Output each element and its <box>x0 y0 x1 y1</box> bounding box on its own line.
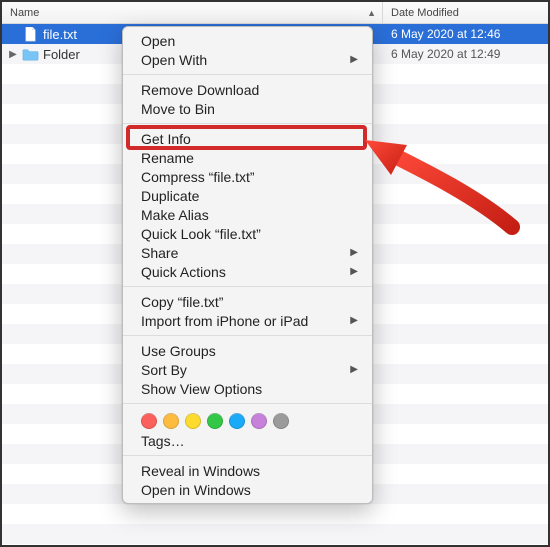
context-menu: Open Open With ▶ Remove Download Move to Bin… <box>122 26 373 504</box>
menu-item[interactable]: Make Alias <box>123 205 372 224</box>
tag-color-dot[interactable] <box>185 413 201 429</box>
menu-item[interactable]: Quick Actions ▶ <box>123 262 372 281</box>
menu-item[interactable]: Compress “file.txt” <box>123 167 372 186</box>
menu-separator <box>123 455 372 456</box>
menu-separator <box>123 335 372 336</box>
menu-item-tags[interactable]: Tags… <box>123 431 372 450</box>
file-date: 6 May 2020 at 12:46 <box>391 27 500 41</box>
tag-color-dot[interactable] <box>163 413 179 429</box>
sort-ascending-icon: ▲ <box>367 8 376 18</box>
menu-item[interactable]: Use Groups <box>123 341 372 360</box>
menu-item-label: Copy “file.txt” <box>141 294 223 310</box>
menu-item-label: Get Info <box>141 131 191 147</box>
menu-item[interactable]: Quick Look “file.txt” <box>123 224 372 243</box>
tag-color-dot[interactable] <box>141 413 157 429</box>
submenu-arrow-icon: ▶ <box>350 266 358 277</box>
menu-item[interactable]: Import from iPhone or iPad ▶ <box>123 311 372 330</box>
menu-item-label: Duplicate <box>141 188 199 204</box>
submenu-arrow-icon: ▶ <box>350 315 358 326</box>
tag-color-dot[interactable] <box>207 413 223 429</box>
submenu-arrow-icon: ▶ <box>350 364 358 375</box>
menu-separator <box>123 286 372 287</box>
menu-separator <box>123 74 372 75</box>
menu-item[interactable]: Sort By ▶ <box>123 360 372 379</box>
cell-date: 6 May 2020 at 12:46 <box>383 27 548 41</box>
menu-item-label: Make Alias <box>141 207 209 223</box>
column-name-label: Name <box>10 7 39 19</box>
menu-item[interactable]: Open With ▶ <box>123 50 372 69</box>
menu-separator <box>123 403 372 404</box>
cell-date: 6 May 2020 at 12:49 <box>383 47 548 61</box>
menu-item-label: Open With <box>141 52 207 68</box>
menu-item[interactable]: Show View Options <box>123 379 372 398</box>
column-name[interactable]: Name ▲ <box>2 2 383 23</box>
folder-icon <box>22 47 39 62</box>
menu-item-label: Share <box>141 245 178 261</box>
folder-date: 6 May 2020 at 12:49 <box>391 47 500 61</box>
document-icon <box>22 27 39 42</box>
menu-item-label: Import from iPhone or iPad <box>141 313 308 329</box>
menu-item[interactable]: Share ▶ <box>123 243 372 262</box>
menu-item-label: Sort By <box>141 362 187 378</box>
file-name: file.txt <box>43 27 77 42</box>
menu-item[interactable]: Open <box>123 31 372 50</box>
menu-separator <box>123 123 372 124</box>
column-date-modified[interactable]: Date Modified <box>383 2 548 23</box>
menu-item[interactable]: Reveal in Windows <box>123 461 372 480</box>
menu-item-label: Move to Bin <box>141 101 215 117</box>
disclosure-triangle-icon[interactable]: ▶ <box>8 49 18 60</box>
menu-item-label: Reveal in Windows <box>141 463 260 479</box>
menu-item-label: Tags… <box>141 433 185 449</box>
tag-color-dot[interactable] <box>229 413 245 429</box>
menu-item-label: Rename <box>141 150 194 166</box>
menu-item[interactable]: Move to Bin <box>123 99 372 118</box>
column-header: Name ▲ Date Modified <box>2 2 548 24</box>
tag-color-row <box>123 409 372 431</box>
column-date-label: Date Modified <box>391 7 459 19</box>
tag-color-dot[interactable] <box>251 413 267 429</box>
menu-item[interactable]: Remove Download <box>123 80 372 99</box>
submenu-arrow-icon: ▶ <box>350 247 358 258</box>
menu-item[interactable]: Open in Windows <box>123 480 372 499</box>
menu-item-label: Use Groups <box>141 343 216 359</box>
menu-item-label: Show View Options <box>141 381 262 397</box>
menu-item-label: Compress “file.txt” <box>141 169 255 185</box>
menu-item-label: Remove Download <box>141 82 259 98</box>
menu-item-label: Open <box>141 33 175 49</box>
menu-item-label: Open in Windows <box>141 482 251 498</box>
tag-color-dot[interactable] <box>273 413 289 429</box>
menu-item[interactable]: Copy “file.txt” <box>123 292 372 311</box>
folder-name: Folder <box>43 47 80 62</box>
menu-item[interactable]: Rename <box>123 148 372 167</box>
submenu-arrow-icon: ▶ <box>350 54 358 65</box>
menu-item[interactable]: Duplicate <box>123 186 372 205</box>
menu-item-label: Quick Look “file.txt” <box>141 226 261 242</box>
menu-item-label: Quick Actions <box>141 264 226 280</box>
menu-item[interactable]: Get Info <box>123 129 372 148</box>
